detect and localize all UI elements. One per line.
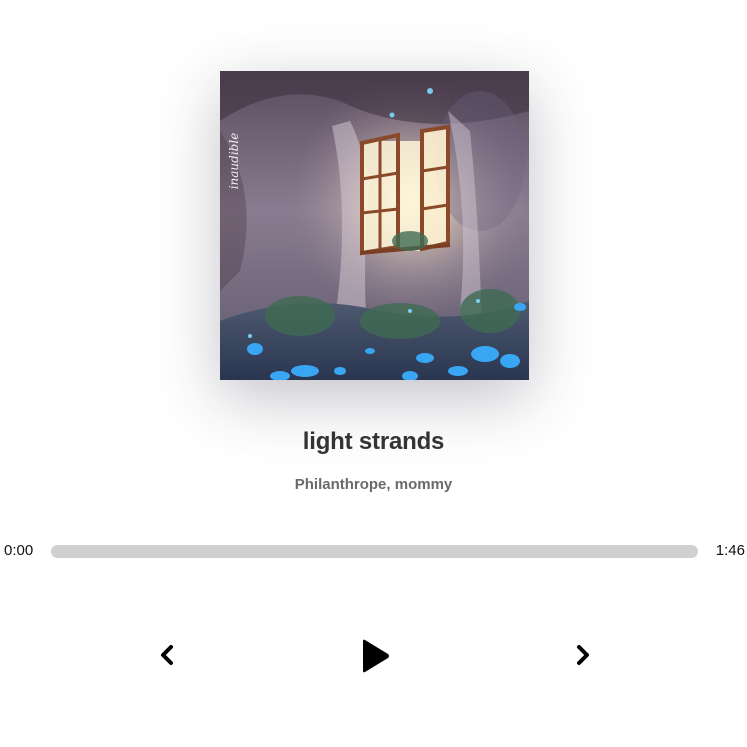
current-time: 0:00 — [4, 542, 34, 559]
music-player: inaudible light strands Philanthrope, mo… — [0, 0, 747, 747]
total-time: 1:46 — [715, 542, 745, 559]
play-button[interactable] — [352, 634, 398, 680]
play-icon — [360, 639, 390, 676]
chevron-left-icon — [157, 643, 177, 670]
next-button[interactable] — [566, 638, 600, 674]
progress-bar[interactable] — [51, 545, 698, 558]
track-artists: Philanthrope, mommy — [294, 476, 453, 493]
previous-button[interactable] — [150, 638, 184, 674]
album-cover: inaudible — [220, 71, 529, 380]
cover-signature: inaudible — [227, 133, 241, 190]
track-title: light strands — [302, 428, 445, 455]
chevron-right-icon — [573, 643, 593, 670]
